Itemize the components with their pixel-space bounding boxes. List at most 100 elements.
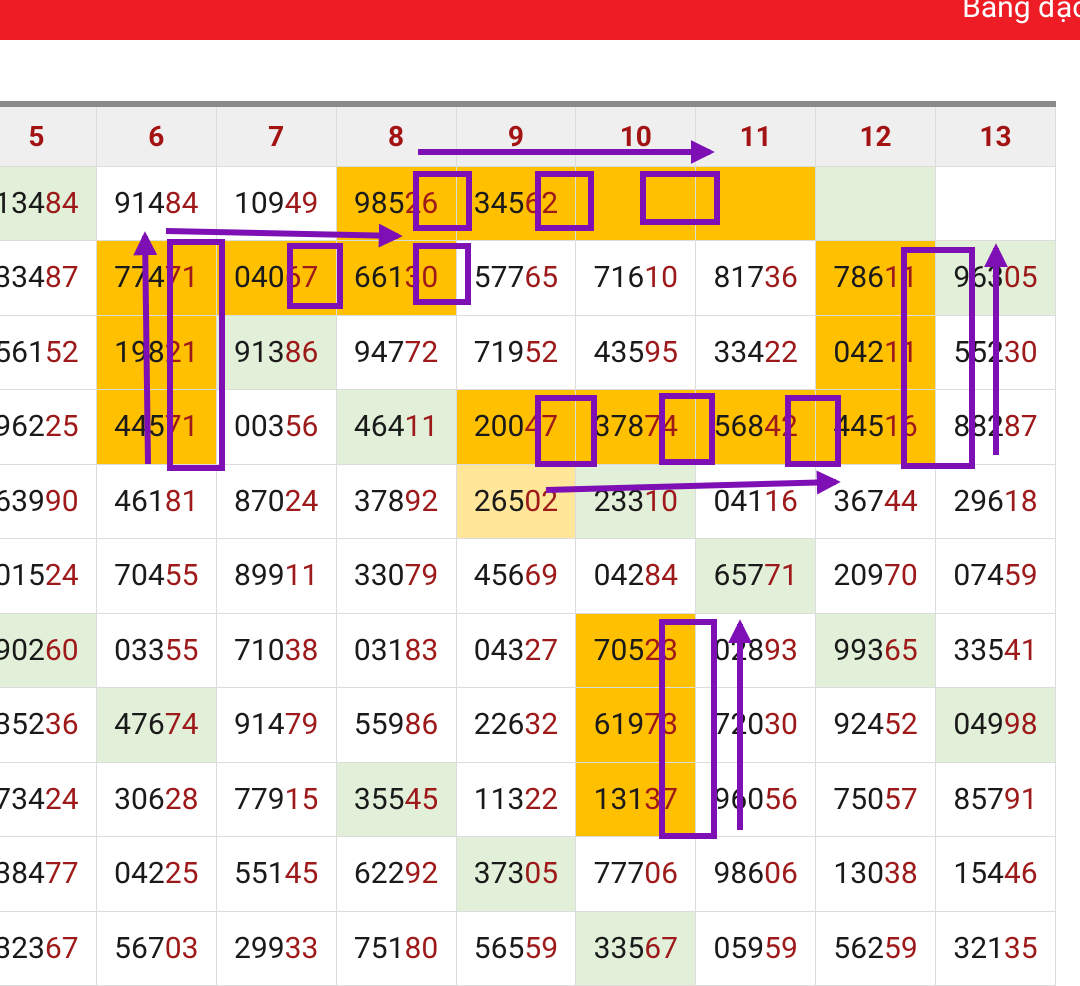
result-number: 55145 bbox=[234, 856, 319, 892]
result-number: 71952 bbox=[473, 334, 559, 370]
result-number: 32135 bbox=[953, 930, 1038, 966]
result-number: 26502 bbox=[473, 483, 559, 519]
result-number: 29933 bbox=[234, 930, 319, 966]
result-cell: 04998 bbox=[935, 687, 1056, 763]
table-row: 35236 47674 91479 55986 22632 61973 72030 92452… bbox=[0, 687, 1056, 763]
table-row: 38477 04225 55145 62292 37305 77706 98606 13038… bbox=[0, 836, 1056, 912]
result-cell: 19821 bbox=[95, 314, 217, 390]
result-cell: 26502 bbox=[455, 463, 577, 539]
result-cell: 45669 bbox=[455, 538, 577, 614]
result-cell bbox=[815, 165, 936, 241]
result-number: 00356 bbox=[234, 409, 319, 445]
result-number: 02893 bbox=[713, 632, 798, 668]
result-cell: 56559 bbox=[455, 910, 577, 986]
result-cell: 70523 bbox=[575, 612, 697, 688]
result-cell: 56703 bbox=[95, 910, 217, 986]
result-number: 11322 bbox=[473, 781, 559, 817]
result-cell: 88287 bbox=[935, 389, 1056, 465]
result-cell: 63990 bbox=[0, 463, 97, 539]
result-number: 71610 bbox=[593, 260, 678, 296]
result-number: 20047 bbox=[473, 409, 559, 445]
result-cell: 91386 bbox=[215, 314, 337, 390]
result-cell: 30628 bbox=[95, 761, 217, 837]
column-header-12: 12 bbox=[815, 103, 936, 167]
result-cell: 33541 bbox=[935, 612, 1056, 688]
result-number: 19821 bbox=[114, 334, 199, 370]
result-cell: 87024 bbox=[215, 463, 337, 539]
result-cell: 32367 bbox=[0, 910, 97, 986]
result-number: 55986 bbox=[353, 707, 439, 743]
result-cell: 33422 bbox=[695, 314, 817, 390]
result-cell: 15446 bbox=[935, 836, 1056, 912]
result-number: 23310 bbox=[593, 483, 678, 519]
result-cell: 33487 bbox=[0, 240, 97, 316]
result-number: 70455 bbox=[114, 558, 199, 594]
column-header-row: 5 6 7 8 9 10 11 12 13 bbox=[0, 103, 1056, 167]
result-cell: 56152 bbox=[0, 314, 97, 390]
result-number: 04998 bbox=[953, 707, 1038, 743]
result-number: 33541 bbox=[953, 632, 1038, 668]
result-cell: 33079 bbox=[335, 538, 457, 614]
column-header-8: 8 bbox=[335, 103, 457, 167]
result-cell: 75180 bbox=[335, 910, 457, 986]
result-cell: 62292 bbox=[335, 836, 457, 912]
result-cell: 72030 bbox=[695, 687, 817, 763]
result-cell: 04116 bbox=[695, 463, 817, 539]
result-cell: 66130 bbox=[335, 240, 457, 316]
result-cell: 71952 bbox=[455, 314, 577, 390]
result-number: 04327 bbox=[473, 632, 559, 668]
result-cell: 13038 bbox=[815, 836, 936, 912]
result-number: 37874 bbox=[593, 409, 678, 445]
result-cell: 81736 bbox=[695, 240, 817, 316]
result-number: 96305 bbox=[953, 260, 1038, 296]
result-cell: 89911 bbox=[215, 538, 337, 614]
result-cell: 46181 bbox=[95, 463, 217, 539]
result-number: 35236 bbox=[0, 707, 79, 743]
result-cell: 61973 bbox=[575, 687, 697, 763]
result-number: 04116 bbox=[713, 483, 798, 519]
result-number: 75057 bbox=[833, 781, 918, 817]
result-cell: 01524 bbox=[0, 538, 97, 614]
result-number: 13038 bbox=[833, 856, 918, 892]
result-cell: 04327 bbox=[455, 612, 577, 688]
result-cell: 04067 bbox=[215, 240, 337, 316]
result-number: 32367 bbox=[0, 930, 79, 966]
result-number: 70523 bbox=[593, 632, 678, 668]
app-title: Bảng đặc bbox=[962, 0, 1080, 25]
result-cell: 99365 bbox=[815, 612, 936, 688]
result-cell: 71038 bbox=[215, 612, 337, 688]
result-number: 55230 bbox=[953, 334, 1038, 370]
result-number: 77471 bbox=[114, 260, 199, 296]
result-cell: 02893 bbox=[695, 612, 817, 688]
result-number: 44516 bbox=[833, 409, 918, 445]
result-cell: 55145 bbox=[215, 836, 337, 912]
result-cell bbox=[695, 165, 817, 241]
result-number: 81736 bbox=[713, 260, 798, 296]
result-cell: 91479 bbox=[215, 687, 337, 763]
result-cell: 35545 bbox=[335, 761, 457, 837]
result-number: 56259 bbox=[833, 930, 918, 966]
result-number: 34562 bbox=[473, 185, 559, 221]
result-cell: 13137 bbox=[575, 761, 697, 837]
result-number: 07459 bbox=[953, 558, 1038, 594]
result-number: 88287 bbox=[953, 409, 1038, 445]
result-cell: 03355 bbox=[95, 612, 217, 688]
result-cell: 34562 bbox=[455, 165, 577, 241]
result-number: 04067 bbox=[234, 260, 319, 296]
result-cell: 33567 bbox=[575, 910, 697, 986]
result-cell: 65771 bbox=[695, 538, 817, 614]
column-header-5: 5 bbox=[0, 103, 97, 167]
result-number: 73424 bbox=[0, 781, 79, 817]
result-number: 61973 bbox=[593, 707, 678, 743]
result-cell: 91484 bbox=[95, 165, 217, 241]
result-number: 29618 bbox=[953, 483, 1038, 519]
result-number: 04211 bbox=[833, 334, 918, 370]
result-number: 44571 bbox=[114, 409, 199, 445]
result-number: 15446 bbox=[953, 856, 1038, 892]
result-number: 46411 bbox=[353, 409, 439, 445]
result-cell: 85791 bbox=[935, 761, 1056, 837]
result-cell: 96225 bbox=[0, 389, 97, 465]
result-cell: 77706 bbox=[575, 836, 697, 912]
result-number: 89911 bbox=[234, 558, 319, 594]
result-cell: 05959 bbox=[695, 910, 817, 986]
